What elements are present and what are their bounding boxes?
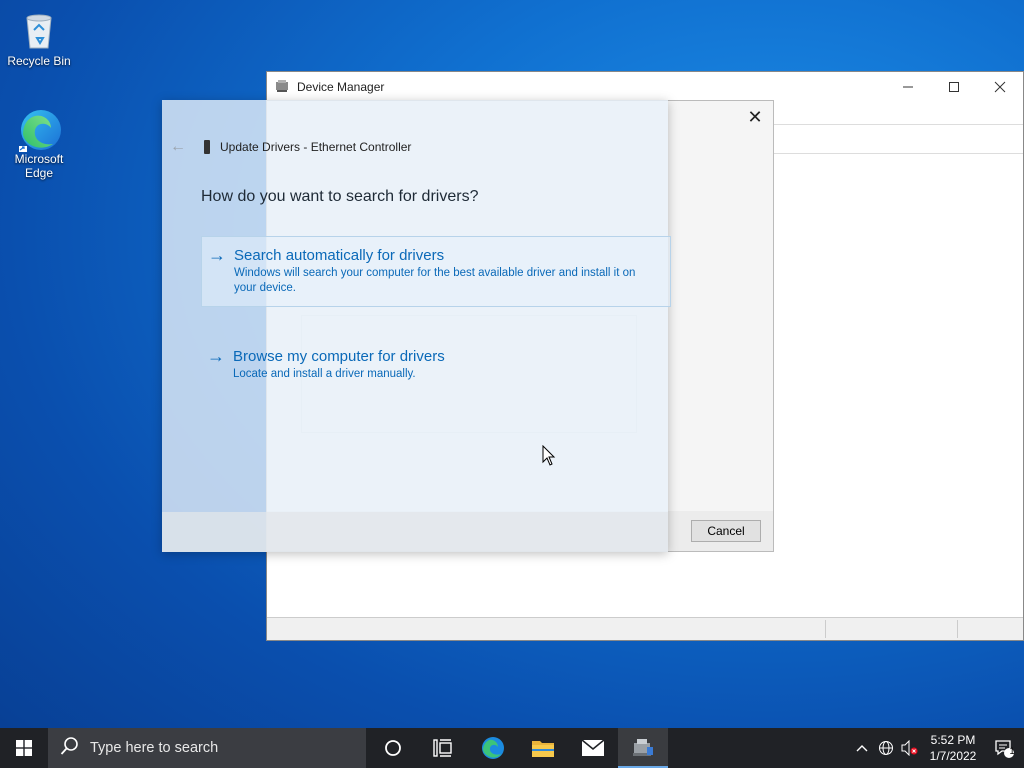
maximize-button[interactable] — [931, 72, 977, 102]
taskbar-search-box[interactable]: Type here to search — [48, 728, 366, 768]
device-manager-icon — [633, 739, 653, 756]
system-tray: 5:52 PM 1/7/2022 1 — [850, 728, 1024, 768]
search-automatically-option[interactable]: → Search automatically for drivers Windo… — [201, 236, 671, 307]
edge-label: Microsoft Edge — [14, 152, 64, 180]
browse-computer-option[interactable]: → Browse my computer for drivers Locate … — [201, 338, 671, 392]
taskbar-mail[interactable] — [568, 728, 618, 768]
system-clock[interactable]: 5:52 PM 1/7/2022 — [922, 732, 984, 764]
recycle-bin-icon — [17, 8, 61, 52]
volume-muted-icon[interactable] — [898, 728, 922, 768]
clock-date: 1/7/2022 — [929, 749, 977, 763]
mail-icon — [581, 739, 605, 756]
minimize-button[interactable] — [885, 72, 931, 102]
arrow-right-icon: → — [208, 245, 226, 265]
option-title: Search automatically for drivers — [234, 247, 445, 264]
taskbar-device-manager[interactable] — [618, 728, 668, 768]
edge-icon — [17, 106, 61, 152]
folder-icon — [532, 741, 554, 757]
search-question: How do you want to search for drivers? — [201, 188, 479, 205]
option-title: Browse my computer for drivers — [233, 348, 445, 365]
wizard-footer — [162, 512, 668, 552]
option-description: Windows will search your computer for th… — [234, 267, 636, 294]
recycle-bin-label: Recycle Bin — [7, 54, 71, 68]
network-globe-icon[interactable] — [874, 728, 898, 768]
update-drivers-dialog: ← Update Drivers - Ethernet Controller H… — [162, 100, 671, 552]
cancel-button[interactable]: Cancel — [691, 520, 761, 542]
notification-count: 1 — [1009, 746, 1015, 756]
back-arrow-icon[interactable]: ← — [170, 138, 188, 156]
cortana-circle-icon — [385, 740, 401, 756]
mouse-cursor-icon — [542, 444, 556, 470]
action-center-button[interactable]: 1 — [984, 728, 1024, 768]
arrow-right-icon: → — [207, 346, 225, 366]
option-description: Locate and install a driver manually. — [233, 368, 416, 380]
close-icon[interactable]: ✕ — [745, 107, 765, 127]
taskbar-file-explorer[interactable] — [518, 728, 568, 768]
update-drivers-title: Update Drivers - Ethernet Controller — [220, 140, 412, 154]
taskbar: Type here to search 5:52 PM 1/7/2022 1 — [0, 728, 1024, 768]
search-icon — [60, 736, 82, 760]
chevron-up-icon[interactable] — [850, 728, 874, 768]
desktop-icon-recycle-bin[interactable]: Recycle Bin — [3, 8, 75, 68]
taskbar-edge[interactable] — [468, 728, 518, 768]
desktop-icon-edge[interactable]: Microsoft Edge — [3, 106, 75, 180]
status-bar — [267, 617, 1023, 640]
task-view-icon — [433, 739, 452, 757]
close-button[interactable] — [977, 72, 1023, 102]
cortana-button[interactable] — [368, 728, 418, 768]
search-placeholder: Type here to search — [90, 740, 219, 756]
device-manager-icon — [275, 79, 289, 96]
clock-time: 5:52 PM — [930, 733, 976, 747]
device-icon — [204, 140, 210, 154]
edge-icon — [482, 737, 504, 759]
update-drivers-header: ← Update Drivers - Ethernet Controller — [170, 138, 411, 156]
start-button[interactable] — [0, 728, 48, 768]
device-manager-title: Device Manager — [297, 80, 385, 94]
task-view-button[interactable] — [418, 728, 468, 768]
windows-logo-icon — [16, 740, 32, 756]
